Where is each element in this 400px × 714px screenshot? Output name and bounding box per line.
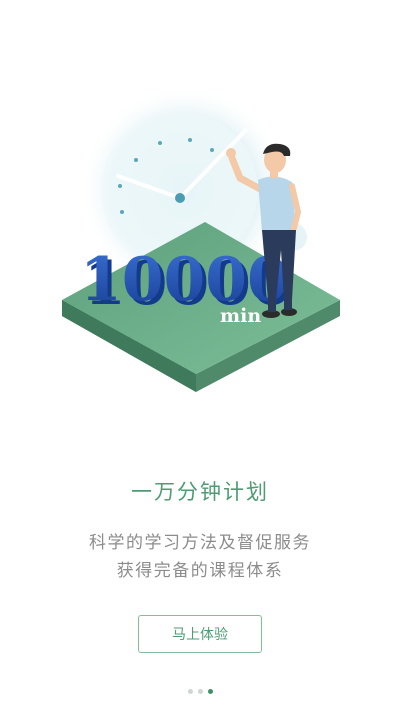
pager-dot[interactable]	[187, 689, 193, 694]
try-now-button[interactable]: 马上体验	[138, 615, 262, 653]
onboarding-illustration: 10000 10000 min	[62, 85, 340, 392]
pager-indicator	[0, 689, 400, 694]
subtitle-line-2: 获得完备的课程体系	[116, 561, 284, 581]
hero-unit: min	[220, 305, 261, 327]
pager-dot-active[interactable]	[207, 689, 213, 694]
onboarding-screen: 10000 10000 min 一万分钟计划 科学的学习方法及督促服务 获得完备…	[0, 0, 400, 714]
subtitle-line-1: 科学的学习方法及督促服务	[89, 533, 311, 553]
page-title: 一万分钟计划	[131, 480, 269, 504]
pager-dot[interactable]	[197, 689, 203, 694]
hero-number-graphic: 10000 10000 min	[80, 245, 293, 327]
